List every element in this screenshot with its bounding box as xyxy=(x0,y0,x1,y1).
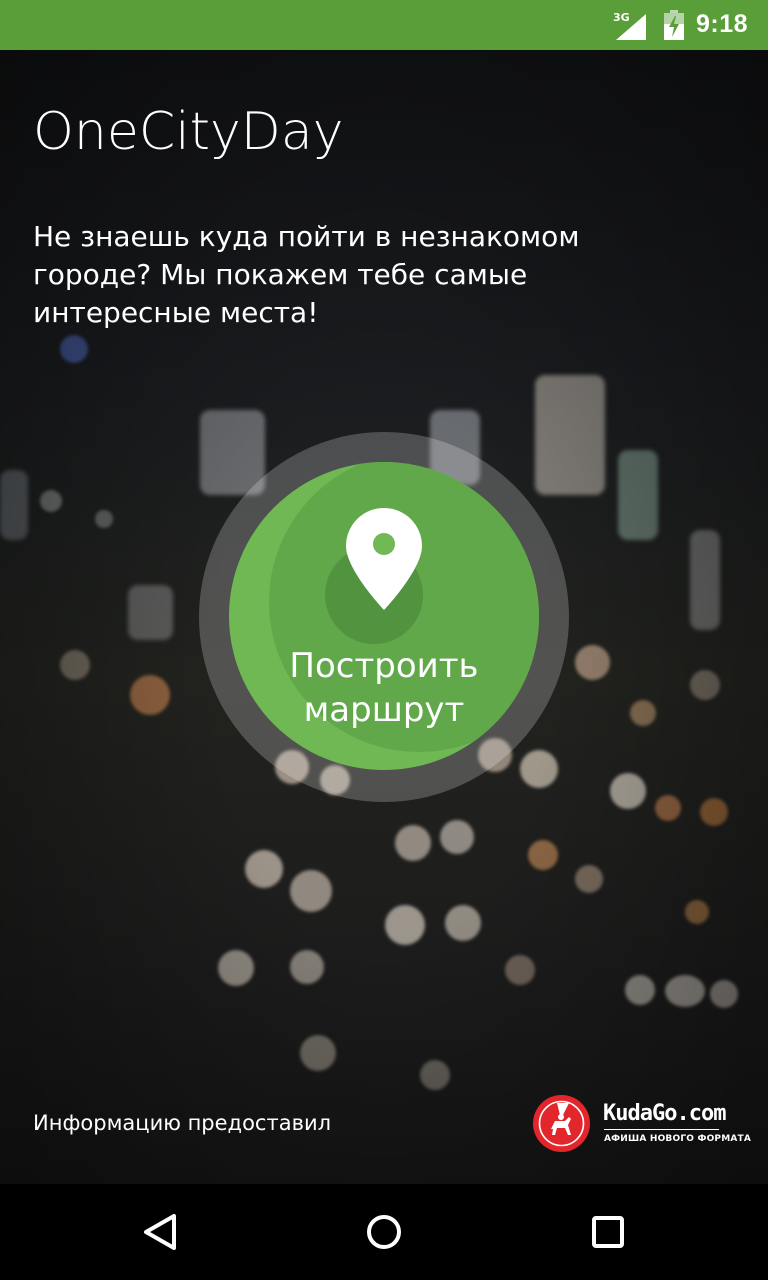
app-title: OneCityDay xyxy=(33,102,344,162)
kudago-brand-tagline: АФИША НОВОГО ФОРМАТА xyxy=(604,1134,752,1144)
provider-text: Информацию предоставил xyxy=(33,1111,332,1135)
signal-icon xyxy=(616,14,646,40)
kudago-brand-divider xyxy=(604,1129,719,1130)
recents-button[interactable] xyxy=(578,1204,638,1260)
location-pin-icon xyxy=(346,508,422,610)
home-icon xyxy=(367,1215,401,1249)
back-button[interactable] xyxy=(129,1204,189,1260)
kudago-logo[interactable]: KudaGo.com АФИША НОВОГО ФОРМАТА xyxy=(533,1095,751,1153)
kudago-logo-emblem-icon xyxy=(533,1095,590,1152)
build-route-label-line2: маршрут xyxy=(303,690,465,730)
app-screen: 3G 9:18 OneCityDay Не знаешь куда пойти … xyxy=(0,0,768,1280)
status-bar: 3G 9:18 xyxy=(0,0,768,50)
build-route-label: Построить маршрут xyxy=(229,644,539,732)
recents-icon xyxy=(592,1216,624,1248)
clock: 9:18 xyxy=(696,10,749,38)
build-route-button[interactable]: Построить маршрут xyxy=(229,462,539,770)
build-route-label-line1: Построить xyxy=(289,646,479,686)
navigation-bar xyxy=(0,1184,768,1280)
kudago-brand-name: KudaGo.com xyxy=(603,1101,726,1126)
app-tagline: Не знаешь куда пойти в незнакомом городе… xyxy=(33,220,580,329)
back-icon xyxy=(144,1214,176,1250)
home-button[interactable] xyxy=(354,1204,414,1260)
battery-charging-icon xyxy=(664,10,684,40)
